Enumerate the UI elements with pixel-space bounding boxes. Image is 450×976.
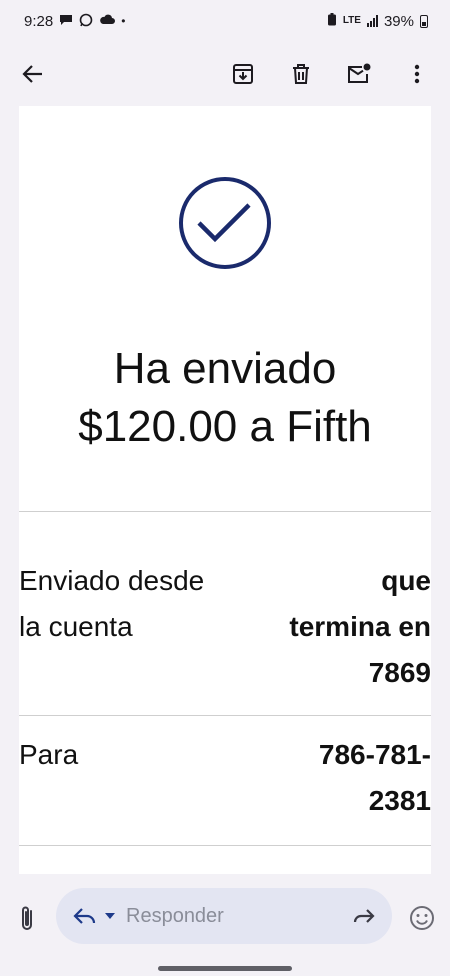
more-options-button[interactable] bbox=[402, 59, 432, 89]
sent-from-value-line-2: termina en bbox=[289, 611, 431, 642]
chat-notification-icon bbox=[59, 14, 73, 29]
emoji-button[interactable] bbox=[408, 904, 436, 932]
check-circle-icon bbox=[179, 177, 271, 269]
sent-from-value-line-3: 7869 bbox=[368, 657, 431, 688]
headline-line-1: Ha enviado bbox=[113, 344, 337, 393]
to-value: 786-781- 2381 bbox=[319, 732, 431, 824]
reply-placeholder[interactable]: Responder bbox=[126, 905, 352, 928]
divider bbox=[19, 715, 431, 716]
battery-saver-icon bbox=[327, 13, 337, 29]
battery-percentage: 39% bbox=[383, 12, 414, 30]
reply-arrow-icon[interactable] bbox=[72, 907, 98, 925]
sent-from-label-line-1: Enviado desde bbox=[19, 565, 205, 596]
whatsapp-notification-icon bbox=[79, 13, 93, 30]
app-bar bbox=[0, 42, 450, 106]
archive-button[interactable] bbox=[228, 59, 258, 89]
sent-from-value: que termina en 7869 bbox=[289, 558, 431, 696]
signal-icon bbox=[366, 15, 378, 27]
to-label-line-1: Para bbox=[19, 739, 79, 770]
attachment-button[interactable] bbox=[16, 904, 40, 934]
reply-bar: Responder bbox=[0, 874, 450, 976]
confirmation-headline: Ha enviado $120.00 a Fifth bbox=[19, 340, 431, 456]
divider bbox=[19, 845, 431, 846]
delete-icon bbox=[293, 64, 309, 84]
mark-unread-icon bbox=[348, 63, 371, 83]
sent-from-label: Enviado desde la cuenta bbox=[19, 558, 204, 650]
more-icon bbox=[414, 64, 420, 84]
divider bbox=[19, 511, 431, 512]
status-right: LTE 39% bbox=[327, 13, 428, 30]
chevron-down-icon[interactable] bbox=[104, 912, 116, 920]
to-label: Para bbox=[19, 732, 78, 778]
headline-line-2: $120.00 a Fifth bbox=[78, 402, 372, 451]
mark-unread-button[interactable] bbox=[344, 59, 374, 89]
reply-input[interactable]: Responder bbox=[56, 888, 392, 944]
to-value-line-1: 786-781- bbox=[318, 739, 431, 770]
more-notifications-dot-icon: • bbox=[121, 14, 126, 28]
back-button[interactable] bbox=[18, 59, 48, 89]
network-type: LTE bbox=[342, 15, 361, 26]
sent-from-value-line-1: que bbox=[381, 565, 431, 596]
forward-arrow-icon[interactable] bbox=[352, 907, 376, 925]
cloud-notification-icon bbox=[99, 14, 116, 28]
status-time: 9:28 bbox=[24, 12, 54, 30]
sent-from-label-line-2: la cuenta bbox=[19, 611, 133, 642]
archive-icon bbox=[233, 64, 253, 84]
email-card: Ha enviado $120.00 a Fifth Enviado desde… bbox=[19, 106, 431, 874]
email-body[interactable]: Ha enviado $120.00 a Fifth Enviado desde… bbox=[0, 106, 450, 874]
status-left: 9:28 • bbox=[24, 13, 125, 30]
home-indicator[interactable] bbox=[158, 966, 292, 971]
delete-button[interactable] bbox=[286, 59, 316, 89]
battery-icon bbox=[420, 14, 428, 28]
to-value-line-2: 2381 bbox=[368, 785, 431, 816]
back-arrow-icon bbox=[22, 65, 42, 83]
status-bar: 9:28 • LTE 39% bbox=[0, 0, 450, 42]
